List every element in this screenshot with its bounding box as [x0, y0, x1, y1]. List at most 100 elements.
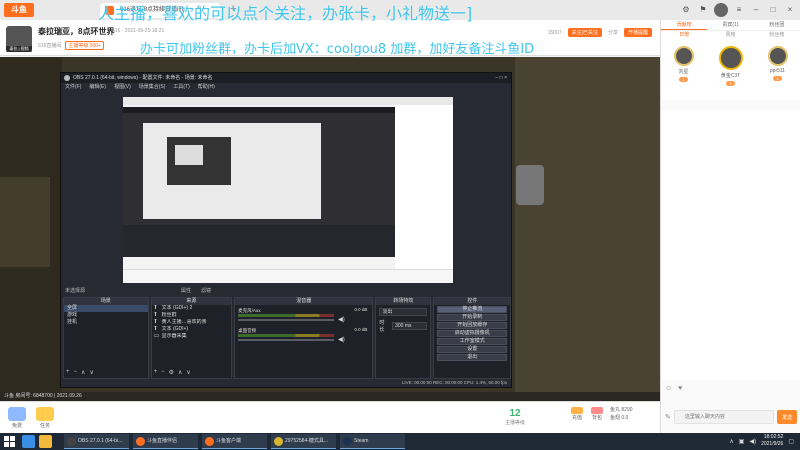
game-texture-right — [515, 57, 660, 392]
rank-item[interactable]: 刘星 1 — [673, 46, 694, 100]
taskbar-clock[interactable]: 18:02:52 2021/9/26 — [761, 434, 783, 448]
scene-item[interactable]: 全屏 — [64, 305, 148, 312]
close-icon[interactable]: × — [784, 4, 796, 16]
explorer-icon[interactable] — [39, 435, 52, 448]
source-settings-icon[interactable]: ⚙ — [169, 369, 174, 376]
source-label: 文本 (GDI+) — [161, 326, 189, 332]
backpack-button[interactable]: 背包 — [590, 407, 604, 421]
tab-contribution[interactable]: 贡献榜 — [661, 20, 708, 30]
wallet: 鱼丸 8290 鱼翅 0.0 — [610, 406, 633, 422]
mixer-channel-db: 0.0 dB — [354, 327, 368, 332]
chat-input[interactable] — [673, 410, 774, 424]
send-button[interactable]: 发送 — [777, 410, 797, 424]
tray-expand-icon[interactable]: ∧ — [729, 438, 733, 445]
task-button[interactable]: 任务 — [36, 407, 54, 429]
speaker-icon[interactable]: ◀) — [338, 316, 345, 323]
virtual-camera-button[interactable]: 启动虚拟摄像机 — [437, 330, 507, 337]
follow-button[interactable]: 关注|已关注 — [567, 28, 602, 37]
rank-item[interactable]: ppr511 1 — [767, 46, 788, 100]
audio-meter — [238, 314, 335, 317]
text-source-icon: T — [153, 312, 158, 318]
notification-icon[interactable]: ▢ — [788, 438, 794, 445]
notify-button[interactable]: 开播提醒 — [623, 28, 652, 37]
obs-filters-button[interactable]: 滤镜 — [201, 287, 211, 295]
volume-icon[interactable]: ◀) — [749, 438, 756, 445]
add-source-icon[interactable]: + — [154, 369, 158, 376]
room-tag-level[interactable]: 主播等级 500+ — [65, 41, 104, 50]
transitions-dock-title: 转场特效 — [376, 298, 431, 305]
fans-badge-icon[interactable]: ♥ — [678, 385, 682, 392]
start-recording-button[interactable]: 开始录制 — [437, 314, 507, 321]
exit-button[interactable]: 退出 — [437, 354, 507, 361]
taskbar-app-obs[interactable]: OBS 27.0.1 (64-bi... — [64, 434, 129, 449]
settings-icon[interactable]: ⚙ — [680, 4, 692, 16]
source-item[interactable]: T 文本 (GDI+) 2 — [152, 305, 232, 312]
host-avatar[interactable]: 泰拉 | 视频 — [6, 26, 32, 52]
obs-menu-tools[interactable]: 工具(T) — [173, 83, 189, 92]
obs-menu-view[interactable]: 视图(V) — [114, 83, 131, 92]
free-gift-button[interactable]: 免费 — [8, 407, 26, 429]
taskbar-app-game[interactable]: 29752584-糖式具... — [271, 434, 336, 449]
network-icon[interactable]: ▣ — [739, 438, 745, 445]
scene-item[interactable]: 游戏 — [64, 312, 148, 319]
move-up-icon[interactable]: ∧ — [178, 369, 182, 376]
maximize-icon[interactable]: □ — [767, 4, 779, 16]
minimize-icon[interactable]: – — [750, 4, 762, 16]
volume-slider[interactable] — [238, 319, 335, 321]
obs-preview[interactable] — [123, 97, 453, 283]
duration-input[interactable]: 300 ms — [392, 322, 428, 330]
clock-time: 18:02:52 — [763, 434, 784, 440]
tab-vip[interactable]: 贵宾(1) — [707, 20, 753, 30]
obs-menu-edit[interactable]: 编辑(E) — [89, 83, 106, 92]
start-icon[interactable] — [4, 436, 15, 447]
room-tag[interactable]: 616直播间 — [38, 42, 61, 49]
obs-window-controls[interactable]: – □ × — [496, 73, 508, 83]
share-button[interactable]: 分享 — [608, 29, 618, 36]
add-scene-icon[interactable]: + — [66, 369, 70, 376]
source-item[interactable]: T 粉丝群 — [152, 312, 232, 319]
taskbar-app-label: Steam — [354, 438, 369, 444]
subtab-week[interactable]: 周榜 — [707, 31, 753, 40]
obs-properties-button[interactable]: 属性 — [181, 287, 191, 295]
subtab-day[interactable]: 日榜 — [661, 31, 707, 40]
taskbar-app-steam[interactable]: Steam — [340, 434, 405, 449]
remove-scene-icon[interactable]: − — [74, 369, 78, 376]
user-avatar[interactable] — [714, 3, 728, 17]
source-item[interactable]: T 黄人主播…喜欢的亲 — [152, 319, 232, 326]
source-item[interactable]: T 文本 (GDI+) — [152, 326, 232, 333]
task-label: 任务 — [39, 423, 50, 429]
remove-source-icon[interactable]: − — [161, 369, 165, 376]
rank-badge: 1 — [773, 76, 782, 81]
volume-slider[interactable] — [238, 339, 335, 341]
scene-item[interactable]: 挂机 — [64, 319, 148, 326]
taskbar-app-companion[interactable]: 斗鱼直播伴侣 — [133, 434, 198, 449]
shirt-icon[interactable]: ⚑ — [697, 4, 709, 16]
settings-button[interactable]: 设置 — [437, 346, 507, 353]
move-down-icon[interactable]: ∨ — [89, 369, 93, 376]
obs-menu-scenes[interactable]: 场景集合(S) — [139, 83, 166, 92]
source-item[interactable]: ▭ 显示器采集 — [152, 333, 232, 340]
chat-messages[interactable] — [661, 110, 800, 380]
replay-buffer-button[interactable]: 开始回放缓存 — [437, 322, 507, 329]
tab-fans[interactable]: 粉丝团 — [754, 20, 800, 30]
taskbar-apps: OBS 27.0.1 (64-bi... 斗鱼直播伴侣 斗鱼客户端 297525… — [64, 434, 405, 449]
audio-meter — [238, 334, 335, 337]
rank-item[interactable]: 黄金C3T 1 — [718, 46, 743, 100]
move-up-icon[interactable]: ∧ — [81, 369, 85, 376]
obs-menu-file[interactable]: 文件(F) — [65, 83, 81, 92]
menu-icon[interactable]: ≡ — [733, 4, 745, 16]
edge-icon[interactable] — [22, 435, 35, 448]
speaker-icon[interactable]: ◀) — [338, 336, 345, 343]
taskbar-app-client[interactable]: 斗鱼客户端 — [202, 434, 267, 449]
obs-menu-help[interactable]: 帮助(H) — [198, 83, 215, 92]
emoji-icon[interactable]: ☺ — [665, 385, 672, 392]
move-down-icon[interactable]: ∨ — [186, 369, 190, 376]
recharge-button[interactable]: 充值 — [570, 407, 584, 421]
douyu-logo[interactable]: 斗鱼 — [4, 3, 34, 17]
transition-select[interactable]: 淡出 — [379, 308, 428, 316]
studio-mode-button[interactable]: 工作室模式 — [437, 338, 507, 345]
obs-logo-icon — [64, 75, 70, 81]
stop-streaming-button[interactable]: 停止推流 — [437, 306, 507, 313]
barrage-icon[interactable]: ✎ — [665, 413, 671, 421]
subtab-fans[interactable]: 粉丝榜 — [754, 31, 800, 40]
